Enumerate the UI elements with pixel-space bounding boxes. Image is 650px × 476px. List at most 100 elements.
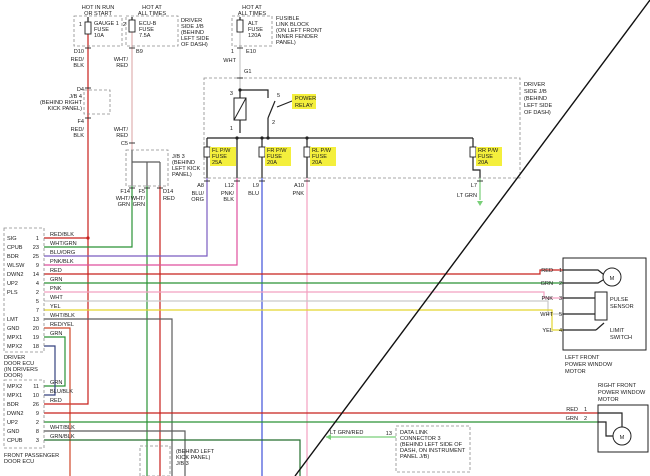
ecu-pin-number: 3 xyxy=(36,438,39,444)
ecu-pin-number: 25 xyxy=(33,254,39,260)
connector-f5: F5 xyxy=(138,189,145,195)
ps3-pin: 1 xyxy=(231,49,234,55)
gauge-fuse-icon xyxy=(85,22,91,34)
wire-red-d14: RED xyxy=(163,196,175,202)
ps1-title2: OR START xyxy=(84,11,112,17)
rm-pin-2: 2 xyxy=(584,416,587,422)
ecu-pin-number: 26 xyxy=(33,402,39,408)
ecu-pin-name: LMT xyxy=(7,317,19,323)
ecu-pin-name: CPUB xyxy=(7,245,23,251)
wire-wht-red-1b: RED xyxy=(116,63,128,69)
fr-fuse-3: 20A xyxy=(267,160,277,166)
wire-lm-motor-2 xyxy=(563,280,603,283)
alt-fuse-icon xyxy=(237,20,243,32)
wire-wht-grn-1b: GRN xyxy=(118,202,130,208)
ecu-wire-label: RED xyxy=(50,398,62,404)
wire-blu-org-b: ORG xyxy=(191,197,204,203)
connector-d10: D10 xyxy=(74,49,84,55)
left-motor-wire-label: YEL xyxy=(542,328,553,334)
rm-pin-1: 1 xyxy=(584,407,587,413)
ps2-pin: 2 xyxy=(123,22,126,28)
left-motor-wire-label: WHT xyxy=(540,312,553,318)
ecu-wire-label: WHT/GRN xyxy=(50,241,77,247)
rm-wire-grn: GRN xyxy=(566,416,578,422)
connector-b9: B9 xyxy=(136,49,143,55)
jb4-label-3: KICK PANEL) xyxy=(48,106,83,112)
wire-wht-blk-row xyxy=(44,319,172,476)
jbm-note-3: (BEHIND xyxy=(524,96,547,102)
left-motor-m: M xyxy=(610,276,615,282)
rr-fuse-3: 20A xyxy=(478,160,488,166)
junction-dot xyxy=(235,136,238,139)
jb3-label-4: PANEL) xyxy=(172,172,192,178)
junction-dot xyxy=(260,136,263,139)
ecu-wire-label: BLU/BLK xyxy=(50,389,73,395)
wiring-diagram: HOT IN RUN OR START 1 GAUGE 1 FUSE 10A D… xyxy=(0,0,650,476)
pin-l12: L12 xyxy=(225,183,234,189)
ecu-wire-label: RED/YEL xyxy=(50,322,74,328)
ecu-pin-name: DWN2 xyxy=(7,272,23,278)
left-motor-pin-number: 1 xyxy=(559,268,562,274)
junction-dot xyxy=(86,236,89,239)
ecu-pin-number: 19 xyxy=(33,335,39,341)
right-motor-caption-1: RIGHT FRONT xyxy=(598,383,637,389)
left-motor-caption-1: LEFT FRONT xyxy=(565,355,600,361)
limit-switch-2: SWITCH xyxy=(610,335,632,341)
connector-f4: F4 xyxy=(77,119,84,125)
ecu-pin-number: 4 xyxy=(36,281,39,287)
left-motor-wire-label: RED xyxy=(541,268,553,274)
continuation-arrow-icon xyxy=(477,201,483,206)
left-motor-caption-3: MOTOR xyxy=(565,369,586,375)
ecu-pin-number: 8 xyxy=(36,429,39,435)
junction-overlay xyxy=(85,48,483,440)
wire-blu: BLU xyxy=(248,191,259,197)
relay-pin-2: 2 xyxy=(272,120,275,126)
jbm-note-2: SIDE J/B xyxy=(524,89,547,95)
dlc-pin-13: 13 xyxy=(386,431,392,437)
ecu-wire-label: WHT/BLK xyxy=(50,425,75,431)
ecu-wire-label: GRN xyxy=(50,331,62,337)
fl-pw-fuse-icon xyxy=(204,147,210,157)
ecu-pin-name: WLSW xyxy=(7,263,25,269)
wire-rm-motor-1 xyxy=(598,413,622,427)
wire-red-blk-1b: BLK xyxy=(73,63,84,69)
ecu-pin-name: BDR xyxy=(7,402,19,408)
ecu-pin-number: 13 xyxy=(33,317,39,323)
connector-c5: C5 xyxy=(121,141,128,147)
ecu-wire-label: GRN xyxy=(50,277,62,283)
left-motor-pin-number: 4 xyxy=(559,328,562,334)
wire-wht-grn-2b: GRN xyxy=(133,202,145,208)
jbm-note-4: LEFT SIDE xyxy=(524,103,552,109)
connector-d14: D14 xyxy=(163,189,173,195)
wire-pls-pnk-row xyxy=(44,292,563,298)
ps1-fuse-rating: 10A xyxy=(94,33,104,39)
right-motor-caption-2: POWER WINDOW xyxy=(598,390,646,396)
driver-ecu-pin-rows: SIG1RED/BLKCPUB23WHT/GRNBDR25BLU/ORGWLSW… xyxy=(7,232,77,350)
left-motor-wire-label: GRN xyxy=(541,281,553,287)
ecu-wire-label: PNK/BLK xyxy=(50,259,74,265)
ecu-pin-name: MPX1 xyxy=(7,393,22,399)
rl-fuse-3: 20A xyxy=(312,160,322,166)
ecu-wire-label: RED/BLK xyxy=(50,232,74,238)
ecu-pin-number: 2 xyxy=(36,420,39,426)
passenger-ecu-caption-2: DOOR ECU xyxy=(4,459,34,465)
ecu-pin-name: BDR xyxy=(7,254,19,260)
pulse-sensor-body xyxy=(595,292,607,320)
wire-relay-label-leader xyxy=(277,101,292,107)
left-motor-caption-2: POWER WINDOW xyxy=(565,362,613,368)
junction-dot xyxy=(266,136,269,139)
connector-f14: F14 xyxy=(120,189,130,195)
pulse-sensor-1: PULSE xyxy=(610,297,629,303)
ecu-wire-label: PNK xyxy=(50,286,62,292)
pin-a10: A10 xyxy=(294,183,304,189)
dlc-wire-label: LT GRN/RED xyxy=(330,430,363,436)
ps3-title2: ALL TIMES xyxy=(238,11,267,17)
fl-fuse-3: 25A xyxy=(212,160,222,166)
relay-pin-3: 3 xyxy=(230,91,233,97)
limit-switch-1: LIMIT xyxy=(610,328,625,334)
passenger-ecu-pin-rows: MPX211GRNMPX110BLU/BLKBDR26REDDWN29UP22G… xyxy=(7,380,75,444)
ps2-fuse-rating: 7.5A xyxy=(139,33,151,39)
ecub-fuse-icon xyxy=(129,20,135,32)
wire-wht: WHT xyxy=(223,58,236,64)
ecu-pin-name: DWN2 xyxy=(7,411,23,417)
